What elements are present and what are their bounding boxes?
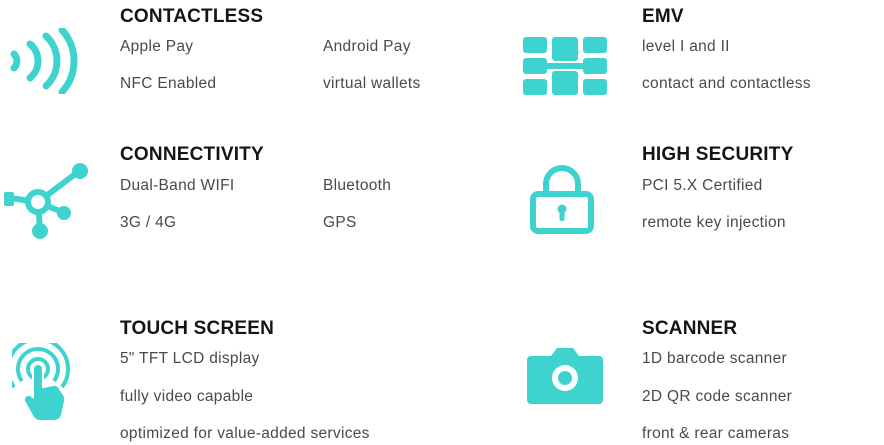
emv-title: EMV (642, 6, 684, 27)
scanner-item: front & rear cameras (642, 425, 790, 442)
emv-chip-icon (523, 37, 607, 95)
connectivity-item: GPS (323, 214, 357, 231)
camera-icon (527, 348, 603, 404)
scanner-item: 1D barcode scanner (642, 350, 787, 367)
touch-screen-item: fully video capable (120, 388, 254, 405)
scanner-title: SCANNER (642, 318, 738, 339)
touch-screen-title: TOUCH SCREEN (120, 318, 275, 339)
contactless-item: NFC Enabled (120, 75, 217, 92)
connectivity-item: Dual-Band WIFI (120, 177, 235, 194)
scanner-item: 2D QR code scanner (642, 388, 793, 405)
padlock-icon (529, 164, 595, 234)
contactless-item: Android Pay (323, 38, 411, 55)
emv-item: level I and II (642, 38, 730, 55)
connectivity-item: Bluetooth (323, 177, 392, 194)
security-item: PCI 5.X Certified (642, 177, 763, 194)
security-item: remote key injection (642, 214, 786, 231)
contactless-title: CONTACTLESS (120, 6, 264, 27)
touch-screen-item: optimized for value-added services (120, 425, 370, 442)
security-title: HIGH SECURITY (642, 144, 794, 165)
network-nodes-icon (4, 160, 94, 240)
emv-item: contact and contactless (642, 75, 811, 92)
nfc-waves-icon (6, 28, 82, 94)
touch-hand-icon (12, 343, 82, 423)
touch-screen-item: 5" TFT LCD display (120, 350, 260, 367)
connectivity-item: 3G / 4G (120, 214, 177, 231)
contactless-item: virtual wallets (323, 75, 421, 92)
contactless-item: Apple Pay (120, 38, 194, 55)
connectivity-title: CONNECTIVITY (120, 144, 264, 165)
